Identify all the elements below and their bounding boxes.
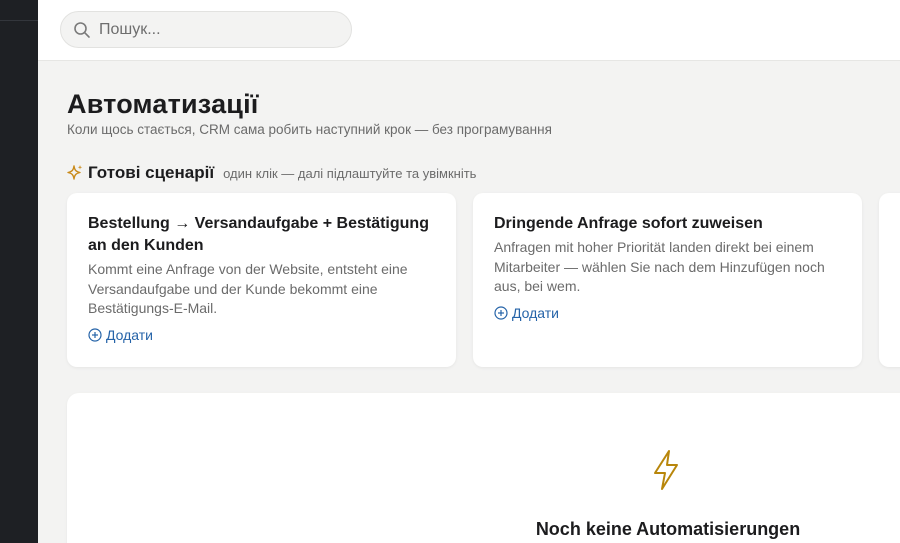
section-title: Готові сценарії xyxy=(88,163,215,182)
add-label: Додати xyxy=(512,304,559,321)
sidebar-divider xyxy=(0,20,38,21)
add-template-button[interactable]: Додати xyxy=(494,305,559,321)
sparkle-icon xyxy=(67,164,83,182)
empty-state-panel: Noch keine Automatisierungen xyxy=(67,393,900,543)
main-content: Автоматизації Коли щось стається, CRM са… xyxy=(38,61,900,543)
templates-section-header: Готові сценарії один клік — далі підлашт… xyxy=(67,163,476,183)
search-icon xyxy=(73,21,91,39)
topbar xyxy=(38,0,900,61)
add-label: Додати xyxy=(106,326,153,343)
page-subtitle: Коли щось стається, CRM сама робить наст… xyxy=(67,122,552,137)
plus-circle-icon xyxy=(494,305,508,320)
lightning-icon xyxy=(650,449,682,491)
plus-circle-icon xyxy=(88,327,102,342)
template-card: Dringende Anfrage sofort zuweisen Anfrag… xyxy=(473,193,862,367)
search-box[interactable] xyxy=(60,11,352,48)
page-title: Автоматизації xyxy=(67,89,259,119)
card-title: Bestellung → Versandaufgabe + Bestätigun… xyxy=(88,215,429,254)
card-title: Dringende Anfrage sofort zuweisen xyxy=(494,215,763,232)
template-card-partial xyxy=(879,193,900,367)
empty-state-title: Noch keine Automatisierungen xyxy=(535,519,801,539)
add-template-button[interactable]: Додати xyxy=(88,327,153,343)
card-description: Kommt eine Anfrage von der Website, ents… xyxy=(88,261,408,316)
template-card: Bestellung → Versandaufgabe + Bestätigun… xyxy=(67,193,456,367)
search-input[interactable] xyxy=(99,20,339,39)
app: Автоматизації Коли щось стається, CRM са… xyxy=(0,0,900,543)
section-hint: один клік — далі підлаштуйте та увімкніт… xyxy=(223,166,477,181)
card-description: Anfragen mit hoher Priorität landen dire… xyxy=(494,239,825,294)
sidebar xyxy=(0,0,38,543)
